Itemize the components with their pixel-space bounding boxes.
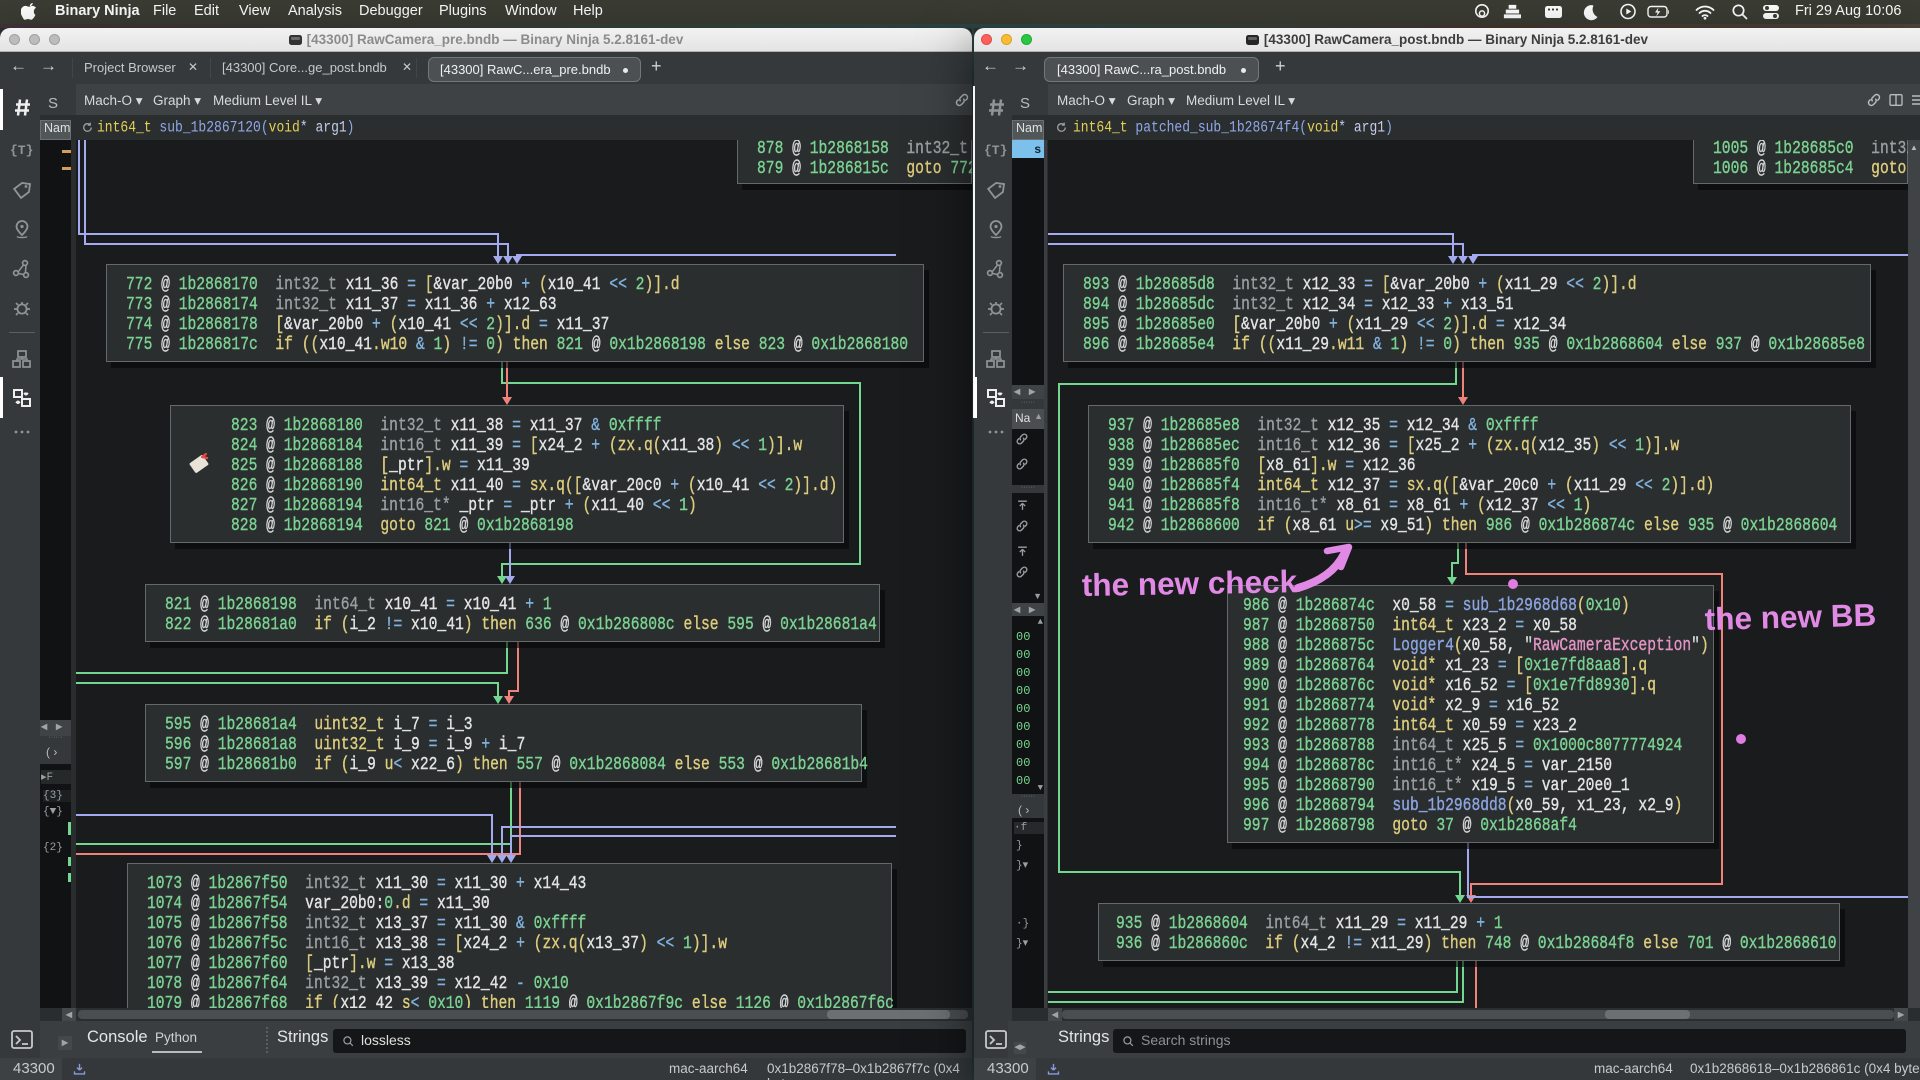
svg-text:{T}: {T} — [10, 143, 33, 158]
svg-text:the new BB: the new BB — [1704, 597, 1876, 637]
svg-text:{T}: {T} — [984, 143, 1007, 158]
svg-text:the new check: the new check — [1081, 563, 1297, 603]
